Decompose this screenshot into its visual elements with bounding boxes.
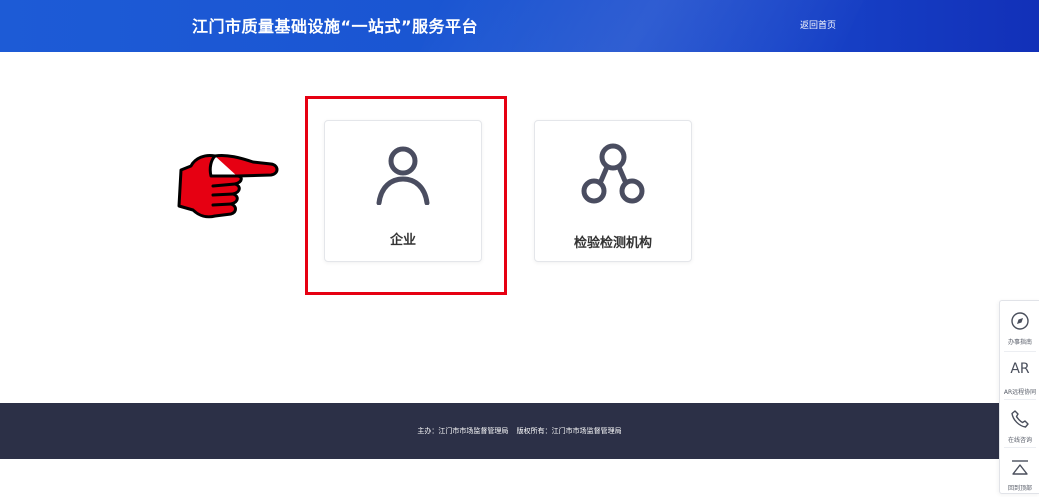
guide-button[interactable]: 办事指南 (1000, 303, 1039, 351)
person-icon (376, 146, 430, 205)
back-to-top-icon (1012, 460, 1028, 475)
toolbar-divider (1004, 447, 1036, 448)
toolbar-divider (1004, 399, 1036, 400)
online-consult-button[interactable]: 在线咨询 (1000, 401, 1039, 449)
guide-label: 办事指南 (1007, 339, 1032, 346)
network-icon (581, 143, 645, 204)
compass-icon (1011, 312, 1029, 330)
back-to-top-label: 回到顶部 (1007, 485, 1032, 492)
enterprise-card-label: 企业 (389, 233, 416, 248)
online-consult-label: 在线咨询 (1007, 437, 1032, 444)
side-toolbar: 办事指南 AR AR远程协同 在线咨询 回到顶部 (999, 300, 1039, 494)
back-to-home-link[interactable]: 返回首页 (800, 18, 836, 31)
footer-text: 主办：江门市市场监督管理局 版权所有：江门市市场监督管理局 (0, 426, 1039, 436)
inspection-institution-card[interactable]: 检验检测机构 (534, 120, 692, 262)
back-to-top-button[interactable]: 回到顶部 (1000, 449, 1039, 497)
toolbar-divider (1004, 351, 1036, 352)
ar-icon: AR (1010, 361, 1030, 377)
footer-sponsor: 主办：江门市市场监督管理局 (417, 427, 509, 435)
ar-remote-label: AR远程协同 (1003, 389, 1037, 396)
pointing-hand-icon (177, 154, 279, 219)
phone-icon (1011, 410, 1029, 428)
enterprise-card[interactable]: 企业 (324, 120, 482, 262)
footer: 主办：江门市市场监督管理局 版权所有：江门市市场监督管理局 (0, 403, 1039, 459)
platform-title: 江门市质量基础设施“一站式”服务平台 (192, 17, 479, 36)
footer-copyright: 版权所有：江门市市场监督管理局 (516, 427, 622, 435)
inspection-institution-card-label: 检验检测机构 (573, 236, 652, 251)
header-bar: 江门市质量基础设施“一站式”服务平台 返回首页 (0, 0, 1039, 52)
ar-remote-button[interactable]: AR AR远程协同 (1000, 353, 1039, 401)
